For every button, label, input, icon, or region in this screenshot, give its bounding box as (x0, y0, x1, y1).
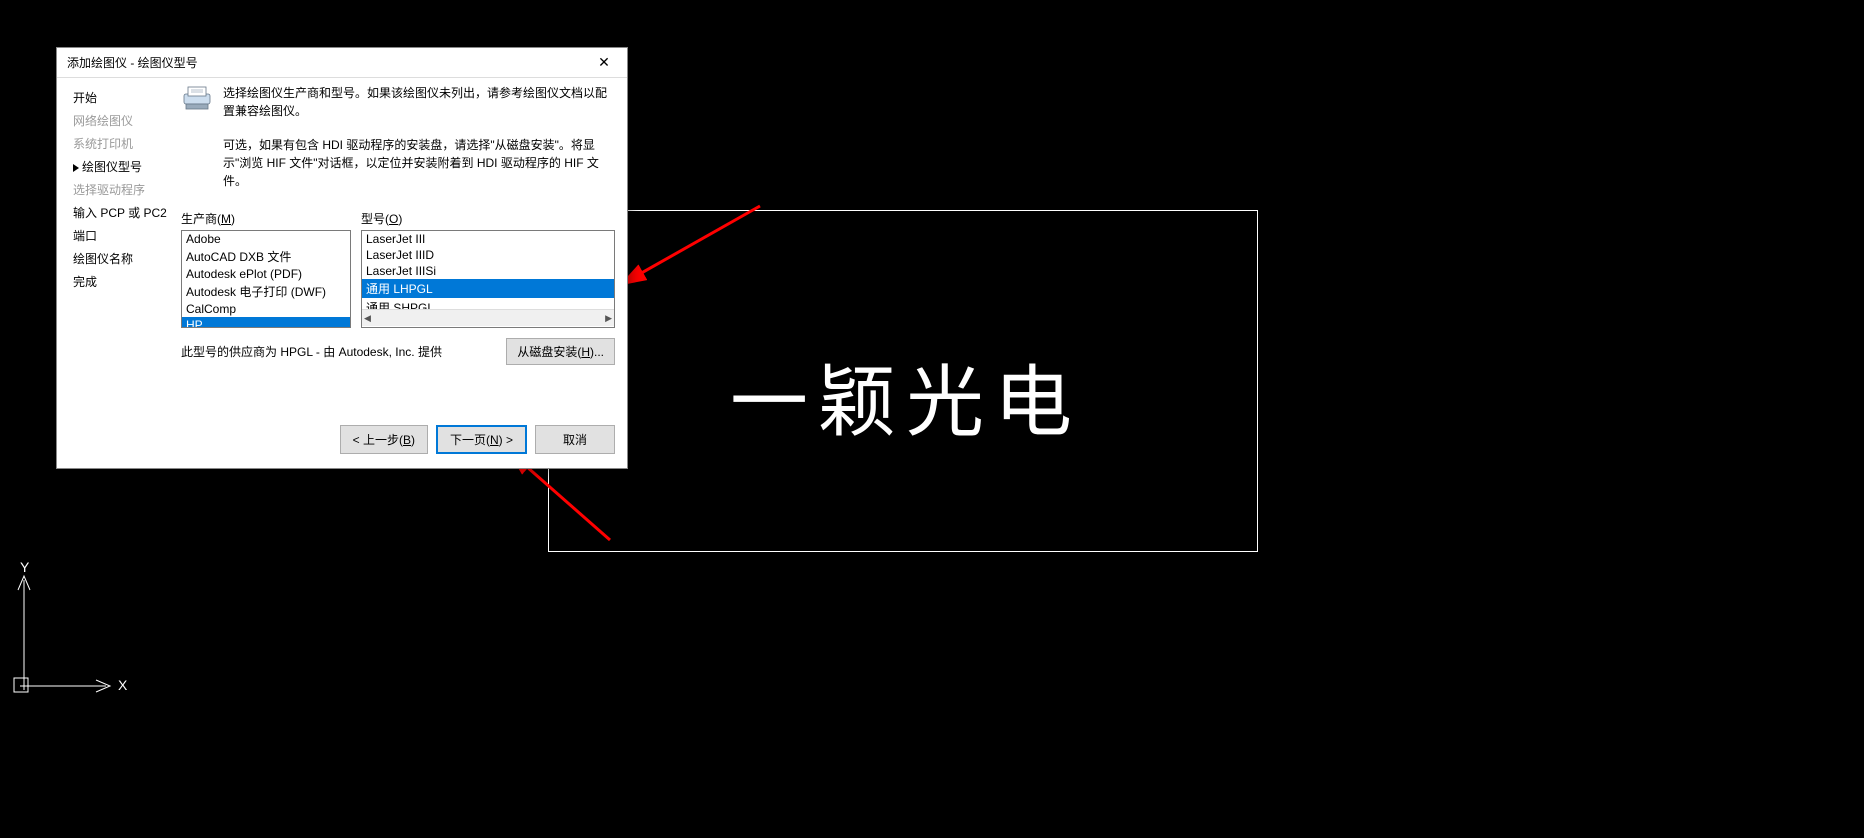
wizard-button-row: < 上一步(B) 下一页(N) > 取消 (57, 417, 627, 468)
next-button[interactable]: 下一页(N) > (436, 425, 527, 454)
add-plotter-dialog: 添加绘图仪 - 绘图仪型号 ✕ 开始 网络绘图仪 系统打印机 绘图仪型号 选择驱… (56, 47, 628, 469)
axis-y-label: Y (20, 562, 30, 575)
manufacturer-listbox[interactable]: Adobe AutoCAD DXB 文件 Autodesk ePlot (PDF… (181, 230, 351, 328)
cancel-button[interactable]: 取消 (535, 425, 615, 454)
scroll-left-icon[interactable]: ◀ (364, 313, 371, 324)
manufacturer-label: 生产商(M) (181, 210, 351, 227)
wizard-steps-sidebar: 开始 网络绘图仪 系统打印机 绘图仪型号 选择驱动程序 输入 PCP 或 PC2… (69, 84, 177, 365)
list-item-selected[interactable]: 通用 LHPGL (362, 279, 614, 298)
back-button[interactable]: < 上一步(B) (340, 425, 428, 454)
step-plotter-model[interactable]: 绘图仪型号 (69, 155, 177, 178)
step-finish[interactable]: 完成 (69, 270, 177, 293)
list-item[interactable]: Adobe (182, 231, 350, 247)
step-import-pcp[interactable]: 输入 PCP 或 PC2 (69, 201, 177, 224)
scroll-right-icon[interactable]: ▶ (605, 313, 612, 324)
model-label: 型号(O) (361, 210, 615, 227)
list-item[interactable]: LaserJet III (362, 231, 614, 247)
list-item[interactable]: Autodesk 电子打印 (DWF) (182, 282, 350, 301)
ucs-axes-icon: Y X (6, 562, 146, 702)
intro-paragraph-2: 可选，如果有包含 HDI 驱动程序的安装盘，请选择"从磁盘安装"。将显示"浏览 … (223, 136, 615, 190)
title-bar[interactable]: 添加绘图仪 - 绘图仪型号 ✕ (57, 48, 627, 78)
install-from-disk-button[interactable]: 从磁盘安装(H)... (506, 338, 615, 365)
horizontal-scrollbar[interactable]: ◀ ▶ (362, 309, 614, 326)
list-item-selected[interactable]: HP (182, 317, 350, 328)
step-begin[interactable]: 开始 (69, 86, 177, 109)
cad-handwritten-text: 一颖光电 (730, 340, 1082, 452)
step-plotter-name[interactable]: 绘图仪名称 (69, 247, 177, 270)
model-listbox[interactable]: LaserJet III LaserJet IIID LaserJet IIIS… (361, 230, 615, 328)
axis-x-label: X (118, 677, 128, 693)
step-network-plotter: 网络绘图仪 (69, 109, 177, 132)
list-item[interactable]: AutoCAD DXB 文件 (182, 247, 350, 266)
close-button[interactable]: ✕ (581, 48, 627, 77)
dialog-title: 添加绘图仪 - 绘图仪型号 (67, 54, 198, 71)
list-item[interactable]: CalComp (182, 301, 350, 317)
current-step-marker-icon (73, 164, 79, 172)
plotter-icon (181, 84, 213, 112)
intro-paragraph-1: 选择绘图仪生产商和型号。如果该绘图仪未列出，请参考绘图仪文档以配置兼容绘图仪。 (223, 84, 615, 120)
step-system-printer: 系统打印机 (69, 132, 177, 155)
step-port[interactable]: 端口 (69, 224, 177, 247)
list-item[interactable]: LaserJet IIID (362, 247, 614, 263)
step-select-driver: 选择驱动程序 (69, 178, 177, 201)
supplier-text: 此型号的供应商为 HPGL - 由 Autodesk, Inc. 提供 (181, 343, 442, 360)
list-item[interactable]: LaserJet IIISi (362, 263, 614, 279)
list-item[interactable]: Autodesk ePlot (PDF) (182, 266, 350, 282)
list-item[interactable]: 通用 SHPGL (362, 298, 614, 309)
